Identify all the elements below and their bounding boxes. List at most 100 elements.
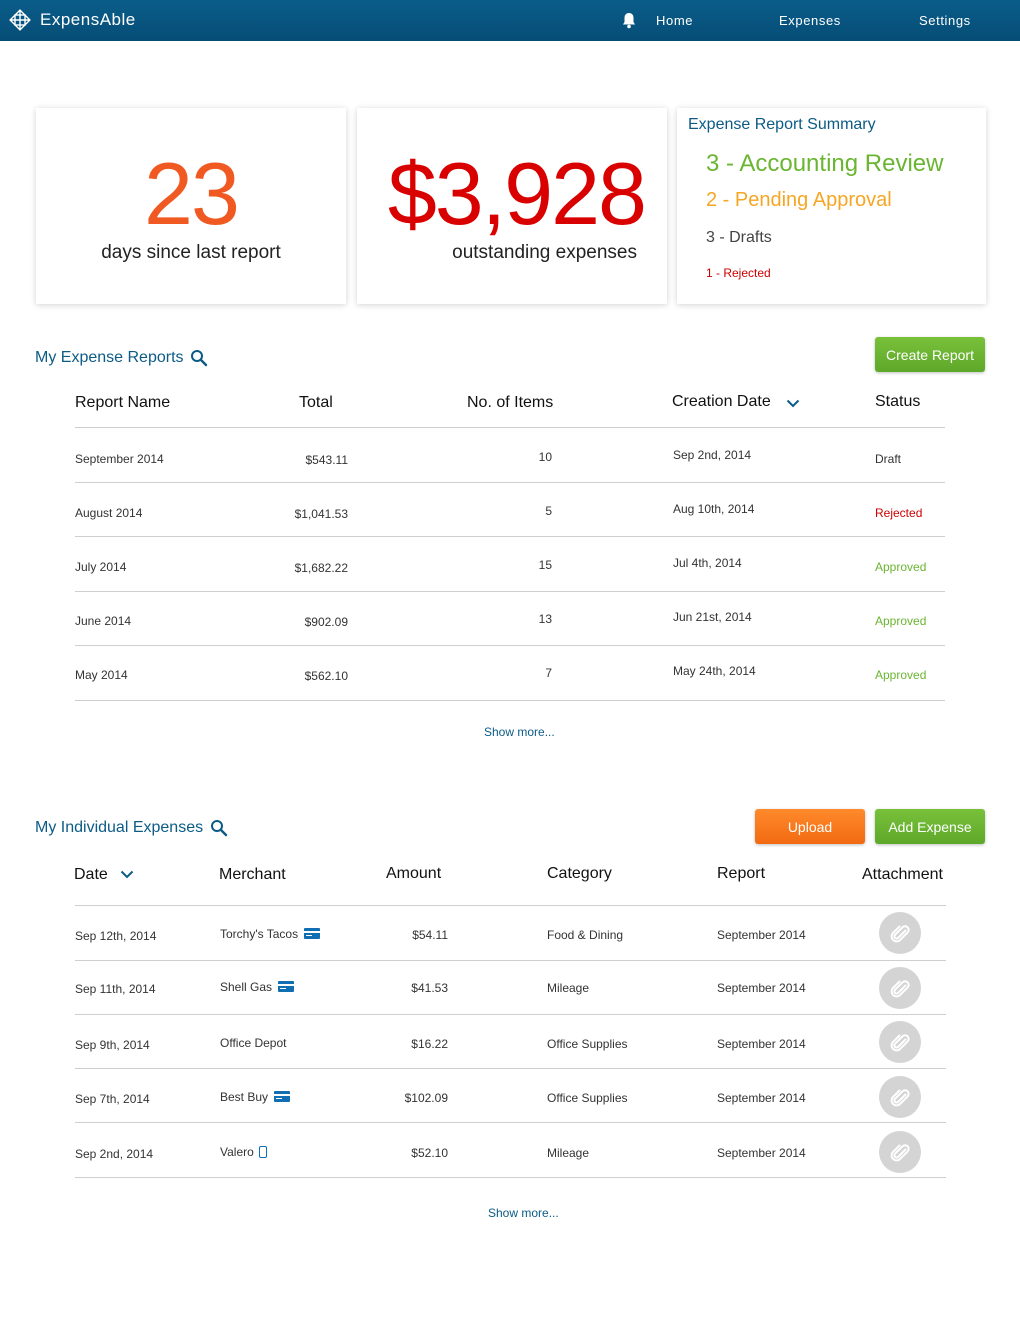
mobile-phone-icon	[258, 1146, 267, 1158]
expense-amount: $41.53	[411, 981, 448, 995]
row-divider	[75, 1122, 946, 1123]
reports-show-more-link[interactable]: Show more...	[484, 725, 555, 739]
paperclip-icon	[890, 1089, 910, 1107]
merchant-name: Best Buy	[220, 1090, 269, 1104]
table-divider	[75, 427, 945, 428]
report-item-count: 10	[538, 450, 552, 464]
outstanding-expenses-label: outstanding expenses	[452, 242, 637, 263]
nav-expenses[interactable]: Expenses	[779, 13, 841, 28]
report-status: Approved	[875, 614, 927, 628]
report-creation-date: Jun 21st, 2014	[673, 610, 752, 624]
column-total[interactable]: Total	[299, 394, 333, 412]
row-divider	[75, 482, 945, 483]
column-status[interactable]: Status	[875, 393, 920, 411]
paperclip-icon	[890, 1144, 910, 1162]
merchant-name: Office Depot	[220, 1036, 287, 1050]
expense-amount: $54.11	[412, 928, 448, 942]
expense-merchant[interactable]: Torchy's Tacos	[220, 927, 321, 941]
credit-card-icon	[278, 981, 295, 992]
expense-report-summary-card: Expense Report Summary 3 - Accounting Re…	[677, 108, 986, 304]
column-report[interactable]: Report	[717, 865, 765, 883]
report-total: $1,041.53	[294, 507, 348, 521]
column-date[interactable]: Date	[74, 866, 108, 884]
summary-rejected[interactable]: 1 - Rejected	[706, 266, 771, 280]
expense-report[interactable]: September 2014	[717, 1091, 806, 1105]
nav-home[interactable]: Home	[656, 13, 693, 28]
row-divider	[75, 591, 945, 592]
table-divider	[75, 905, 946, 906]
individual-expenses-title: My Individual Expenses	[35, 819, 204, 836]
row-divider	[75, 1068, 946, 1069]
report-item-count: 5	[545, 504, 552, 518]
expense-merchant[interactable]: Office Depot	[220, 1036, 286, 1050]
expensable-logo-icon	[9, 9, 31, 31]
expense-report[interactable]: September 2014	[717, 981, 806, 995]
expense-date: Sep 2nd, 2014	[75, 1147, 154, 1161]
brand[interactable]: ExpensAble	[8, 8, 136, 32]
app-name: ExpensAble	[40, 10, 136, 29]
report-name[interactable]: June 2014	[75, 614, 131, 628]
report-name[interactable]: July 2014	[75, 560, 126, 574]
row-divider	[75, 536, 945, 537]
report-item-count: 15	[538, 558, 552, 572]
row-divider	[75, 700, 945, 701]
create-report-button[interactable]: Create Report	[875, 337, 985, 372]
merchant-name: Shell Gas	[220, 980, 273, 994]
report-name[interactable]: May 2014	[75, 668, 128, 682]
report-creation-date: May 24th, 2014	[673, 664, 756, 678]
expense-reports-title: My Expense Reports	[35, 349, 184, 366]
summary-accounting-review[interactable]: 3 - Accounting Review	[706, 150, 943, 178]
row-divider	[75, 1014, 946, 1015]
days-since-report-label: days since last report	[101, 242, 281, 263]
upload-button[interactable]: Upload	[755, 809, 865, 844]
search-icon[interactable]	[190, 349, 208, 367]
report-creation-date: Aug 10th, 2014	[673, 502, 755, 516]
expense-date: Sep 11th, 2014	[75, 982, 156, 996]
report-total: $1,682.22	[294, 561, 348, 575]
expense-merchant[interactable]: Best Buy	[220, 1090, 291, 1104]
nav-settings[interactable]: Settings	[919, 13, 971, 28]
sort-chevron-down-icon[interactable]	[120, 870, 134, 879]
add-expense-button[interactable]: Add Expense	[875, 809, 985, 844]
expense-date: Sep 9th, 2014	[75, 1038, 150, 1052]
expense-report[interactable]: September 2014	[717, 1037, 806, 1051]
attachment-button[interactable]	[879, 1131, 921, 1173]
expense-merchant[interactable]: Valero	[220, 1145, 267, 1159]
report-status: Approved	[875, 560, 927, 574]
column-report-name[interactable]: Report Name	[75, 394, 170, 412]
expenses-show-more-link[interactable]: Show more...	[488, 1206, 559, 1220]
sort-chevron-down-icon[interactable]	[786, 399, 800, 408]
column-creation-date[interactable]: Creation Date	[672, 393, 771, 411]
row-divider	[75, 645, 945, 646]
expense-report[interactable]: September 2014	[717, 928, 806, 942]
merchant-name: Valero	[220, 1145, 254, 1159]
report-total: $543.11	[305, 453, 349, 467]
search-icon[interactable]	[210, 819, 228, 837]
expense-report[interactable]: September 2014	[717, 1146, 806, 1160]
notification-bell-icon[interactable]	[621, 12, 637, 29]
expense-merchant[interactable]: Shell Gas	[220, 980, 295, 994]
report-name[interactable]: September 2014	[75, 452, 164, 466]
attachment-button[interactable]	[879, 912, 921, 954]
expense-amount: $52.10	[411, 1146, 448, 1160]
merchant-name: Torchy's Tacos	[220, 927, 299, 941]
column-category[interactable]: Category	[547, 865, 612, 883]
report-status: Draft	[875, 452, 902, 466]
attachment-button[interactable]	[879, 967, 921, 1009]
paperclip-icon	[890, 1034, 910, 1052]
attachment-button[interactable]	[879, 1076, 921, 1118]
report-creation-date: Sep 2nd, 2014	[673, 448, 752, 462]
attachment-button[interactable]	[879, 1021, 921, 1063]
column-amount[interactable]: Amount	[386, 865, 441, 883]
outstanding-expenses-value: $3,928	[387, 144, 647, 243]
report-name[interactable]: August 2014	[75, 506, 142, 520]
column-no-of-items[interactable]: No. of Items	[467, 394, 553, 412]
column-merchant[interactable]: Merchant	[219, 866, 286, 884]
summary-title: Expense Report Summary	[688, 116, 876, 133]
expense-category: Mileage	[547, 981, 590, 995]
summary-drafts[interactable]: 3 - Drafts	[706, 229, 772, 247]
report-status: Rejected	[875, 506, 923, 520]
report-status: Approved	[875, 668, 927, 682]
column-attachment[interactable]: Attachment	[862, 866, 943, 884]
summary-pending-approval[interactable]: 2 - Pending Approval	[706, 189, 892, 212]
